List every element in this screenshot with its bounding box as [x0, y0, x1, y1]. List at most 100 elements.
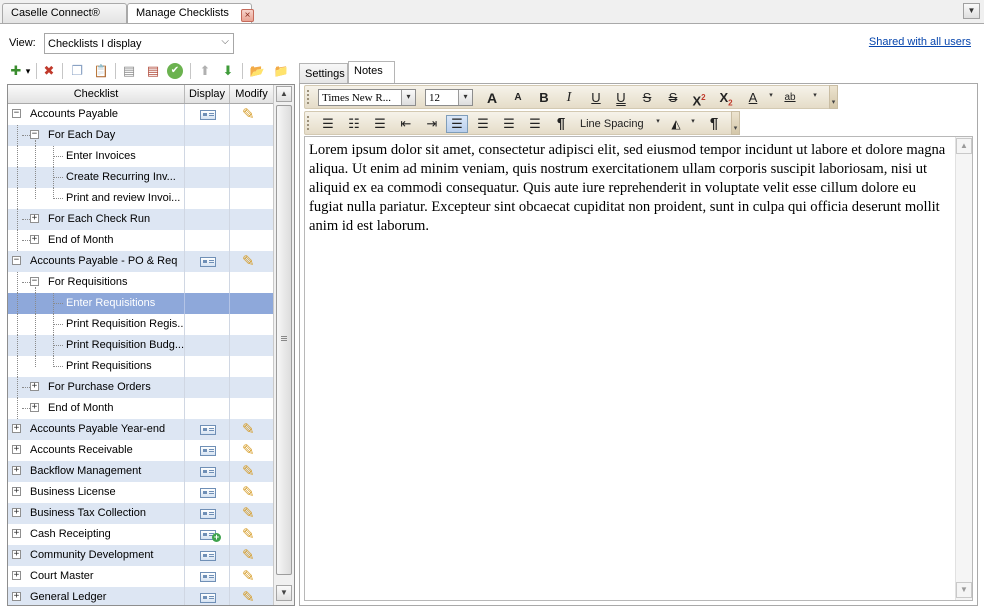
tree-row[interactable]: Print and review Invoi... [8, 188, 273, 209]
tree-row[interactable]: Print Requisition Regis... [8, 314, 273, 335]
folder-open-icon[interactable]: 📂 [248, 62, 266, 80]
tree-row-modify-cell[interactable] [230, 167, 272, 188]
tree-row[interactable]: − For Requisitions [8, 272, 273, 293]
expand-icon[interactable]: + [30, 235, 39, 244]
folder-export-icon[interactable]: 📁 [272, 62, 290, 80]
tree-row-modify-cell[interactable] [230, 188, 272, 209]
display-card-icon[interactable] [200, 572, 216, 582]
pencil-edit-icon[interactable]: ✎ [242, 252, 255, 270]
pencil-edit-icon[interactable]: ✎ [242, 441, 255, 459]
tree-row[interactable]: + Business License ✎ [8, 482, 273, 503]
align-center-icon[interactable]: ☰ [472, 115, 494, 133]
multilevel-list-icon[interactable]: ☰ [369, 115, 391, 133]
scroll-thumb[interactable] [276, 105, 292, 575]
paragraph-color-dropdown-icon[interactable]: ▾ [689, 117, 697, 125]
expand-icon[interactable]: + [12, 571, 21, 580]
bullet-list-icon[interactable]: ☰ [317, 115, 339, 133]
paragraph-color-icon[interactable]: ◭ [665, 115, 687, 133]
expand-icon[interactable]: + [12, 487, 21, 496]
tree-row-display-cell[interactable] [185, 188, 230, 209]
column-header-display[interactable]: Display [185, 85, 230, 103]
tree-row-display-cell[interactable] [185, 293, 230, 314]
justify-icon[interactable]: ☰ [524, 115, 546, 133]
pencil-edit-icon[interactable]: ✎ [242, 462, 255, 480]
display-card-icon[interactable] [200, 110, 216, 120]
expand-icon[interactable]: + [12, 466, 21, 475]
pencil-edit-icon[interactable]: ✎ [242, 504, 255, 522]
grow-font-icon[interactable]: A [481, 89, 503, 107]
collapse-icon[interactable]: − [30, 277, 39, 286]
pencil-edit-icon[interactable]: ✎ [242, 483, 255, 501]
italic-icon[interactable]: I [558, 89, 580, 107]
tree-row[interactable]: + General Ledger ✎ [8, 587, 273, 605]
show-formatting-icon[interactable]: ¶ [550, 115, 572, 133]
tree-row[interactable]: − Accounts Payable ✎ [8, 104, 273, 125]
tree-row-modify-cell[interactable]: ✎ [230, 440, 272, 461]
align-right-icon[interactable]: ☰ [498, 115, 520, 133]
numbered-list-icon[interactable]: ☷ [343, 115, 365, 133]
tree-row[interactable]: + Cash Receipting + ✎ [8, 524, 273, 545]
toolbar-overflow-icon[interactable]: ▾ [731, 111, 740, 135]
toolbar-overflow-icon[interactable]: ▾ [829, 85, 838, 109]
tree-row[interactable]: + Backflow Management ✎ [8, 461, 273, 482]
tab-manage-checklists[interactable]: Manage Checklists × [127, 3, 254, 24]
subscript-icon[interactable]: X2 [715, 89, 737, 108]
tree-row-modify-cell[interactable]: ✎ [230, 545, 272, 566]
display-card-icon[interactable] [200, 425, 216, 435]
font-dropdown-icon[interactable]: ▾ [401, 90, 415, 105]
tree-row-display-cell[interactable] [185, 503, 230, 524]
tree-row-modify-cell[interactable] [230, 230, 272, 251]
delete-icon[interactable]: ✖ [40, 62, 58, 80]
tree-row-modify-cell[interactable] [230, 356, 272, 377]
collapse-icon[interactable]: − [12, 109, 21, 118]
tab-settings[interactable]: Settings [299, 63, 348, 83]
tree-row[interactable]: + Business Tax Collection ✎ [8, 503, 273, 524]
font-color-icon[interactable]: A [742, 89, 764, 107]
tree-row-modify-cell[interactable] [230, 125, 272, 146]
expand-icon[interactable]: + [12, 424, 21, 433]
tree-row-modify-cell[interactable] [230, 377, 272, 398]
pencil-edit-icon[interactable]: ✎ [242, 420, 255, 438]
tree-row[interactable]: Print Requisitions [8, 356, 273, 377]
superscript-icon[interactable]: X2 [688, 89, 710, 108]
toolbar-grip[interactable] [307, 90, 310, 104]
display-card-icon[interactable] [200, 257, 216, 267]
tree-row-modify-cell[interactable]: ✎ [230, 482, 272, 503]
pencil-edit-icon[interactable]: ✎ [242, 546, 255, 564]
tree-row-modify-cell[interactable] [230, 335, 272, 356]
view-select[interactable]: Checklists I display ⌵ [44, 33, 234, 54]
tree-row[interactable]: Create Recurring Inv... [8, 167, 273, 188]
tree-row-display-cell[interactable]: + [185, 524, 230, 545]
column-header-modify[interactable]: Modify [230, 85, 273, 103]
expand-icon[interactable]: + [12, 550, 21, 559]
expand-icon[interactable]: + [30, 382, 39, 391]
tab-notes[interactable]: Notes [348, 61, 395, 84]
tree-row-display-cell[interactable] [185, 104, 230, 125]
highlight-dropdown-icon[interactable]: ▾ [811, 91, 819, 99]
tree-row-display-cell[interactable] [185, 545, 230, 566]
tree-row[interactable]: + For Each Check Run [8, 209, 273, 230]
tree-row[interactable]: + Community Development ✎ [8, 545, 273, 566]
expand-icon[interactable]: + [12, 592, 21, 601]
line-spacing-dropdown-icon[interactable]: ▾ [654, 117, 662, 125]
tree-row-display-cell[interactable] [185, 398, 230, 419]
tree-row[interactable]: − For Each Day [8, 125, 273, 146]
tree-row-display-cell[interactable] [185, 251, 230, 272]
copy-icon[interactable]: ❐ [68, 62, 86, 80]
tree-row-display-cell[interactable] [185, 125, 230, 146]
underline-icon[interactable]: U [585, 89, 607, 107]
tree-row-display-cell[interactable] [185, 335, 230, 356]
tree-row-display-cell[interactable] [185, 146, 230, 167]
tree-row-modify-cell[interactable] [230, 314, 272, 335]
expand-icon[interactable]: + [30, 214, 39, 223]
tree-row-modify-cell[interactable]: ✎ [230, 461, 272, 482]
shared-with-all-users-link[interactable]: Shared with all users [869, 36, 971, 48]
tree-row[interactable]: Print Requisition Budg... [8, 335, 273, 356]
tree-row[interactable]: + For Purchase Orders [8, 377, 273, 398]
tree-row-modify-cell[interactable]: ✎ [230, 524, 272, 545]
tree-row-modify-cell[interactable] [230, 272, 272, 293]
display-card-icon[interactable] [200, 593, 216, 603]
display-card-icon[interactable] [200, 509, 216, 519]
pencil-edit-icon[interactable]: ✎ [242, 105, 255, 123]
tab-list-dropdown-icon[interactable]: ▼ [963, 3, 980, 19]
